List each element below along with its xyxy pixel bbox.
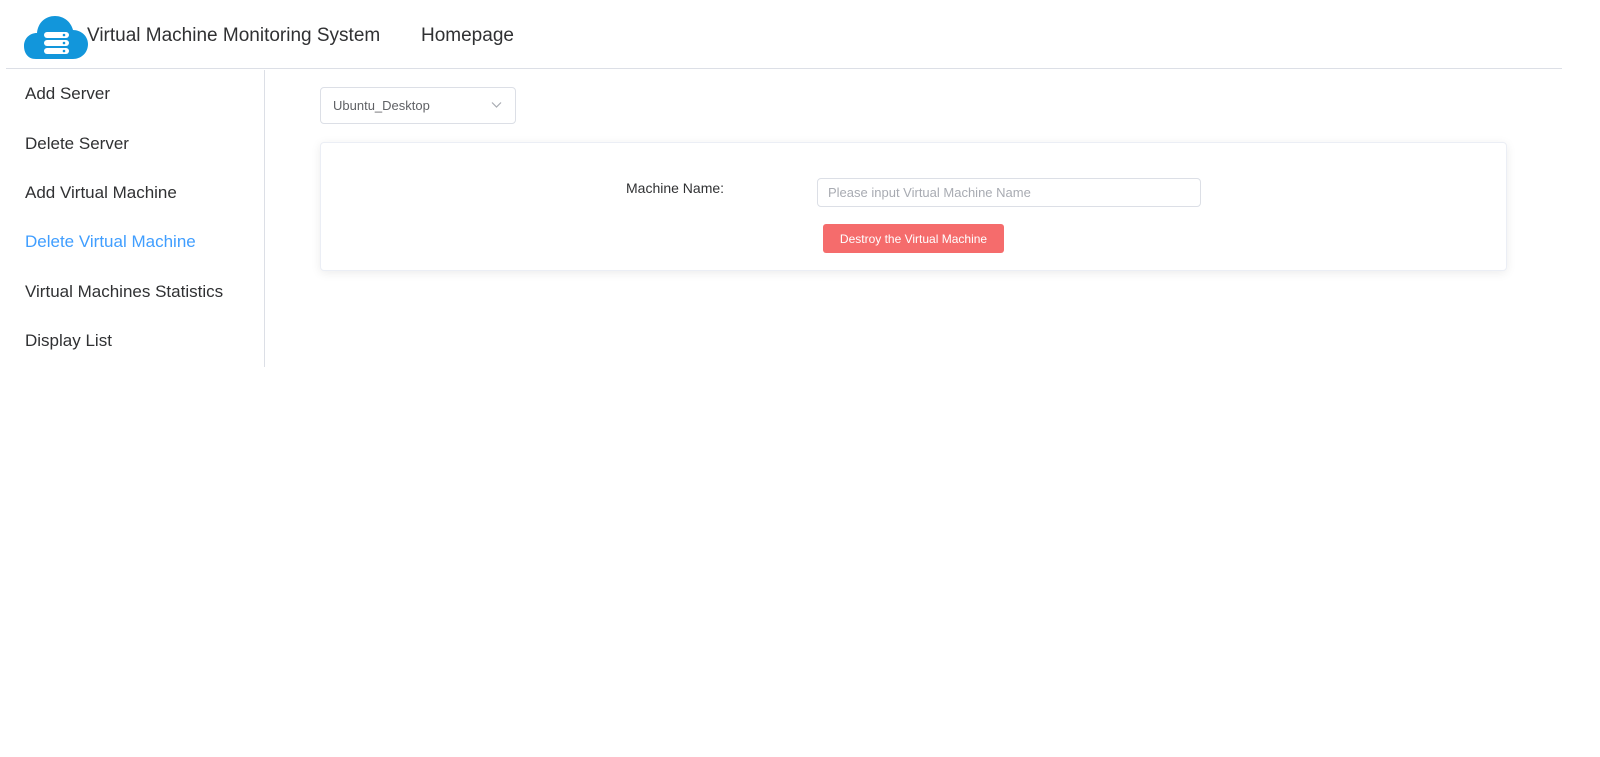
server-select-value: Ubuntu_Desktop xyxy=(333,98,430,113)
sidebar-item-delete-virtual-machine[interactable]: Delete Virtual Machine xyxy=(25,232,196,252)
cloud-server-icon xyxy=(24,16,88,59)
server-select[interactable]: Ubuntu_Desktop xyxy=(320,87,516,124)
sidebar-menu: Add Server Delete Server Add Virtual Mac… xyxy=(6,70,265,367)
sidebar-item-add-server[interactable]: Add Server xyxy=(25,84,110,104)
nav-homepage-link[interactable]: Homepage xyxy=(421,25,514,47)
machine-name-input[interactable] xyxy=(817,178,1201,207)
top-header: Virtual Machine Monitoring System Homepa… xyxy=(6,0,1562,69)
sidebar-item-virtual-machines-statistics[interactable]: Virtual Machines Statistics xyxy=(25,282,223,302)
machine-name-label: Machine Name: xyxy=(626,180,725,196)
destroy-vm-button[interactable]: Destroy the Virtual Machine xyxy=(823,224,1004,253)
sidebar-item-display-list[interactable]: Display List xyxy=(25,331,112,351)
sidebar-item-delete-server[interactable]: Delete Server xyxy=(25,134,129,154)
sidebar-item-add-virtual-machine[interactable]: Add Virtual Machine xyxy=(25,183,177,203)
app-title: Virtual Machine Monitoring System xyxy=(87,25,381,46)
chevron-down-icon xyxy=(491,102,502,108)
delete-vm-form-card: Machine Name: Destroy the Virtual Machin… xyxy=(320,142,1507,271)
